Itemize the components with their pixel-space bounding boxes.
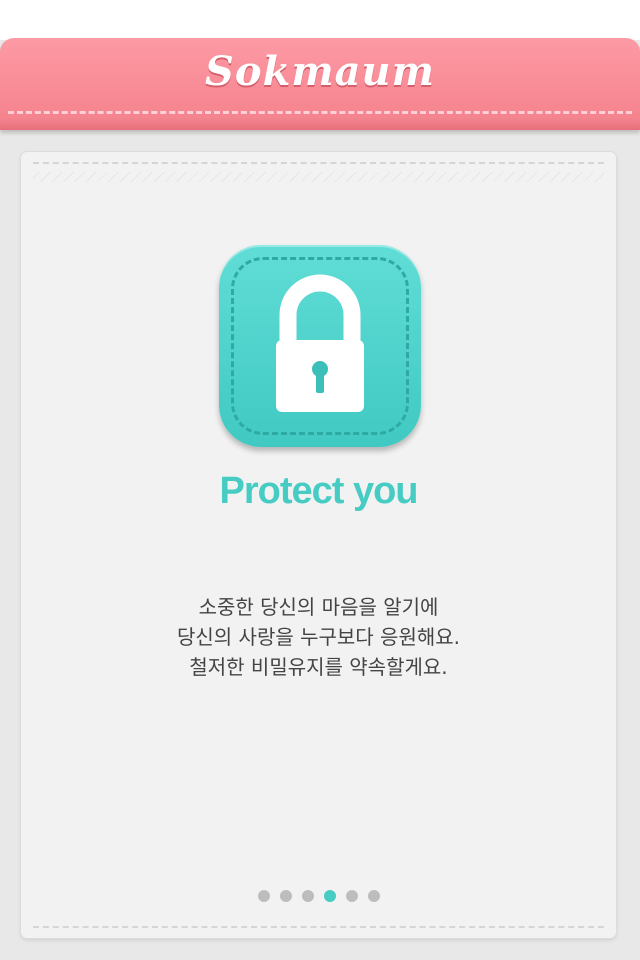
description-line: 소중한 당신의 마음을 알기에: [198, 595, 439, 619]
slide-headline: Protect you: [219, 470, 418, 512]
page-indicator[interactable]: [21, 890, 616, 904]
page-dot-3[interactable]: [301, 890, 314, 902]
card-stitch-bottom: [33, 926, 604, 928]
header-stitch: [8, 111, 632, 114]
description-line: 당신의 사랑을 누구보다 응원해요.: [176, 625, 461, 649]
page-dot-6[interactable]: [367, 890, 380, 902]
app-title: Sokmaum: [205, 48, 435, 95]
lock-glyph: [276, 274, 364, 412]
page-dot-2[interactable]: [279, 890, 292, 902]
status-bar-area: [0, 0, 640, 40]
lock-icon: [219, 245, 421, 447]
page-dot-1[interactable]: [257, 890, 270, 902]
slide-description: 소중한 당신의 마음을 알기에 당신의 사랑을 누구보다 응원해요. 철저한 비…: [21, 592, 616, 682]
page-dot-4-active[interactable]: [323, 890, 336, 902]
header-edge: [0, 118, 640, 130]
description-line: 철저한 비밀유지를 약속할게요.: [189, 655, 448, 679]
card-zigzag: [33, 172, 604, 182]
page-dot-5[interactable]: [345, 890, 358, 902]
card-stitch-top: [33, 162, 604, 164]
onboarding-card[interactable]: Protect you 소중한 당신의 마음을 알기에 당신의 사랑을 누구보다…: [21, 152, 616, 938]
app-header: Sokmaum: [0, 38, 640, 130]
